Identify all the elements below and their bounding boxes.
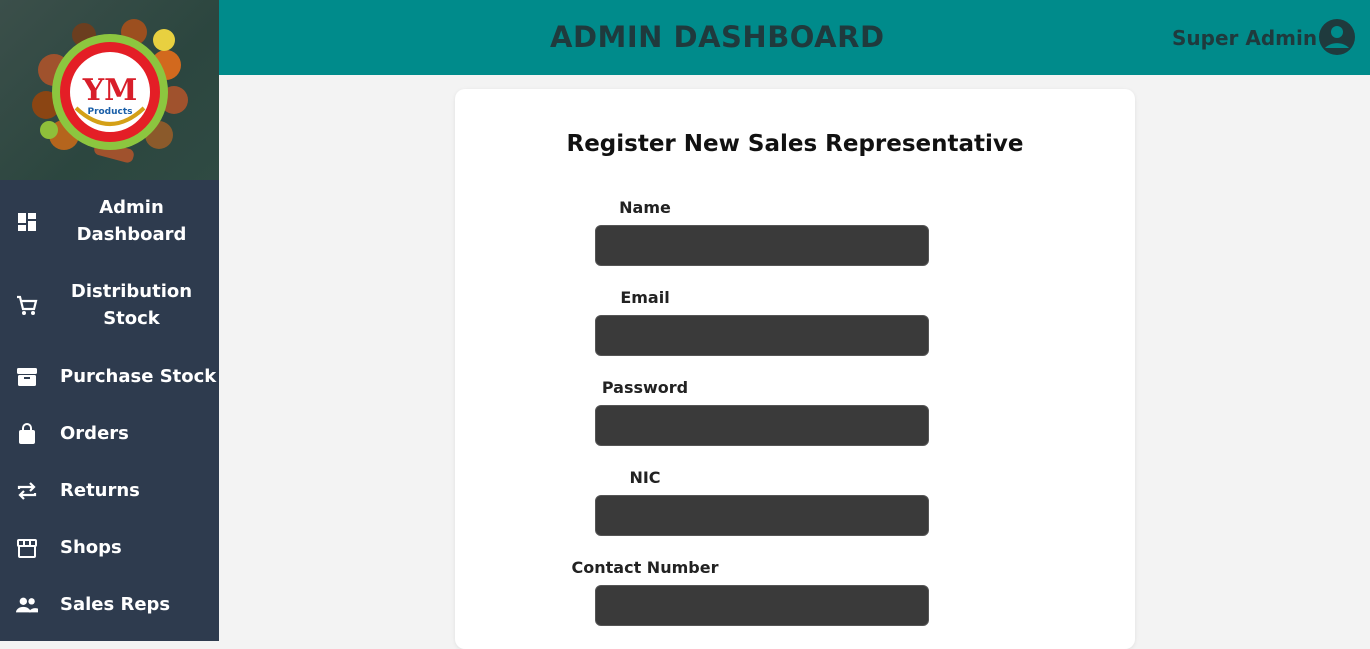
register-form-card: Register New Sales Representative Name E… xyxy=(455,89,1135,649)
contact-number-label: Contact Number xyxy=(571,558,719,577)
top-header: ADMIN DASHBOARD Super Admin xyxy=(219,0,1370,75)
logo-text: YM xyxy=(82,73,138,108)
sidebar-item-label: Returns xyxy=(60,480,140,501)
page-title: ADMIN DASHBOARD xyxy=(550,20,885,54)
sidebar-item-shops[interactable]: Shops xyxy=(0,533,219,563)
user-name[interactable]: Super Admin xyxy=(1172,26,1317,50)
sidebar-item-sales-reps[interactable]: Sales Reps xyxy=(0,590,219,620)
people-icon xyxy=(16,594,38,616)
form-title: Register New Sales Representative xyxy=(566,131,1024,157)
dashboard-icon xyxy=(16,211,38,233)
password-input[interactable] xyxy=(595,405,929,446)
brand-logo[interactable]: YM Products xyxy=(24,10,196,170)
sidebar-item-label: Admin xyxy=(99,197,164,218)
sidebar-item-returns[interactable]: Returns xyxy=(0,476,219,506)
sidebar-item-admin-dashboard[interactable]: Admin Dashboard xyxy=(0,194,219,250)
sidebar-item-label: Distribution xyxy=(70,281,193,302)
repeat-icon xyxy=(16,480,38,502)
contact-number-input[interactable] xyxy=(595,585,929,626)
logo-subtext: Products xyxy=(87,107,132,117)
sidebar-item-orders[interactable]: Orders xyxy=(0,419,219,449)
email-input[interactable] xyxy=(595,315,929,356)
sidebar-item-distribution-stock[interactable]: Distribution Stock xyxy=(0,278,219,334)
nic-input[interactable] xyxy=(595,495,929,536)
password-label: Password xyxy=(601,378,689,397)
sidebar-item-label: Dashboard xyxy=(76,224,187,245)
account-circle-icon[interactable] xyxy=(1318,18,1356,56)
logo-area: YM Products xyxy=(0,0,219,180)
name-label: Name xyxy=(619,198,671,217)
sidebar-item-label: Stock xyxy=(103,308,160,329)
email-label: Email xyxy=(620,288,670,307)
nic-label: NIC xyxy=(629,468,661,487)
sidebar-item-purchase-stock[interactable]: Purchase Stock xyxy=(0,362,219,392)
cart-icon xyxy=(16,295,38,317)
sidebar: YM Products Admin Dashboard Distribution… xyxy=(0,0,219,641)
sidebar-item-label: Shops xyxy=(60,537,122,558)
archive-icon xyxy=(16,366,38,388)
name-input[interactable] xyxy=(595,225,929,266)
sidebar-item-label: Sales Reps xyxy=(60,594,171,615)
sidebar-item-label: Orders xyxy=(60,423,129,444)
sidebar-item-label: Purchase Stock xyxy=(60,366,217,387)
store-icon xyxy=(16,537,38,559)
bag-icon xyxy=(16,423,38,445)
